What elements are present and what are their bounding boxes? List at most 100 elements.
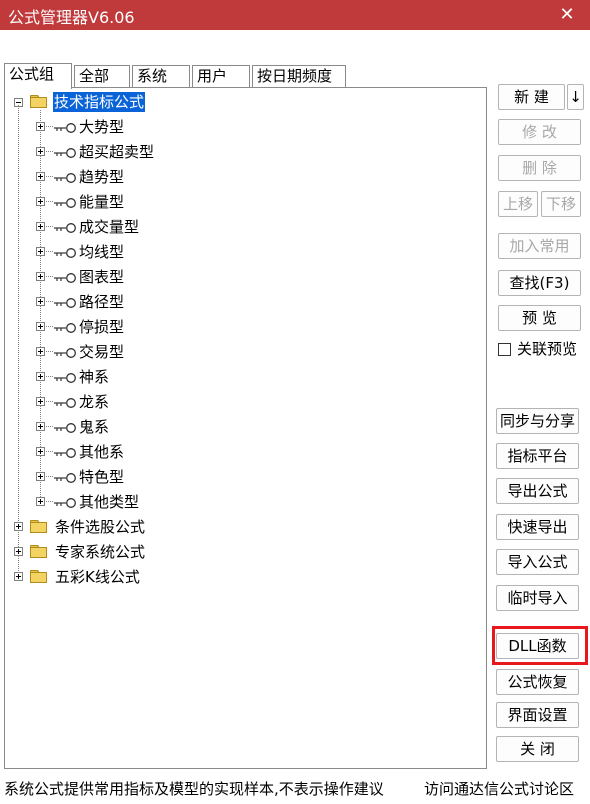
expand-toggle-icon[interactable] [36,447,45,456]
tree-node-child[interactable]: 路径型 [5,291,225,315]
new-button[interactable]: 新 建 [498,84,565,110]
formula-restore-button[interactable]: 公式恢复 [496,669,579,695]
tab-all[interactable]: 全部 [74,65,130,87]
preview-button[interactable]: 预 览 [498,305,581,331]
expand-toggle-icon[interactable] [36,347,45,356]
expand-toggle-icon[interactable] [14,547,23,556]
import-formula-button[interactable]: 导入公式 [496,549,579,575]
delete-button[interactable]: 删 除 [498,155,581,181]
quick-export-button[interactable]: 快速导出 [496,514,579,540]
expand-toggle-icon[interactable] [36,397,45,406]
new-dropdown-arrow-button[interactable]: ↓ [567,84,584,110]
expand-toggle-icon[interactable] [36,247,45,256]
indicator-platform-button[interactable]: 指标平台 [496,443,579,469]
expand-toggle-icon[interactable] [36,372,45,381]
tree-node-child[interactable]: 图表型 [5,266,225,290]
formula-key-icon [53,195,77,208]
tree-node-group[interactable]: 专家系统公式 [5,541,225,565]
close-button[interactable]: 关 闭 [496,736,579,762]
ui-settings-button[interactable]: 界面设置 [496,702,579,728]
formula-tree-panel[interactable]: 技术指标公式 大势型超买超卖型趋势型能量型成交量型均线型图表型路径型停损型交易型… [4,87,487,769]
tree-node-child[interactable]: 大势型 [5,116,225,140]
tree-label-child[interactable]: 能量型 [79,192,124,212]
tree-node-child[interactable]: 超买超卖型 [5,141,225,165]
formula-key-icon [53,445,77,458]
formula-key-icon [53,295,77,308]
tab-user[interactable]: 用户 [192,65,250,87]
tree-label-child[interactable]: 图表型 [79,267,124,287]
status-message: 系统公式提供常用指标及模型的实现样本,不表示操作建议 [4,780,384,798]
modify-button[interactable]: 修 改 [498,119,581,145]
expand-toggle-icon[interactable] [14,572,23,581]
tree-node-child[interactable]: 龙系 [5,391,225,415]
tree-label-child[interactable]: 停损型 [79,317,124,337]
formula-key-icon [53,470,77,483]
tree-node-child[interactable]: 均线型 [5,241,225,265]
close-icon[interactable]: ✕ [544,0,590,30]
tree-label-child[interactable]: 超买超卖型 [79,142,154,162]
tree-node-child[interactable]: 交易型 [5,341,225,365]
add-to-common-button[interactable]: 加入常用 [498,233,581,259]
expand-toggle-icon[interactable] [36,322,45,331]
sync-share-button[interactable]: 同步与分享 [496,408,579,434]
tree-node-child[interactable]: 趋势型 [5,166,225,190]
tree-label-child[interactable]: 均线型 [79,242,124,262]
tree-node-child[interactable]: 特色型 [5,466,225,490]
expand-toggle-icon[interactable] [36,472,45,481]
tab-by-date-frequency[interactable]: 按日期频度 [252,65,346,87]
tree-label-group[interactable]: 五彩K线公式 [55,567,140,587]
tree-label-child[interactable]: 交易型 [79,342,124,362]
tree-label-child[interactable]: 特色型 [79,467,124,487]
dll-function-button[interactable]: DLL函数 [496,633,579,659]
tree-node-group[interactable]: 五彩K线公式 [5,566,225,590]
temp-import-button[interactable]: 临时导入 [496,585,579,611]
folder-icon [30,545,47,558]
tree-label-child[interactable]: 神系 [79,367,109,387]
folder-icon [30,570,47,583]
tree-node-group[interactable]: 条件选股公式 [5,516,225,540]
formula-key-icon [53,270,77,283]
expand-toggle-icon[interactable] [36,297,45,306]
tree-label-child[interactable]: 其他类型 [79,492,139,512]
expand-toggle-icon[interactable] [36,172,45,181]
tree-label-child[interactable]: 路径型 [79,292,124,312]
expand-toggle-icon[interactable] [36,422,45,431]
tab-formula-group[interactable]: 公式组 [4,63,72,89]
linked-preview-label[interactable]: 关联预览 [517,339,577,359]
formula-key-icon [53,220,77,233]
expand-toggle-icon[interactable] [36,497,45,506]
linked-preview-checkbox[interactable] [498,343,511,356]
tree-label-child[interactable]: 鬼系 [79,417,109,437]
tree-node-child[interactable]: 鬼系 [5,416,225,440]
tree-label-group[interactable]: 条件选股公式 [55,517,145,537]
export-formula-button[interactable]: 导出公式 [496,478,579,504]
tree-label-child[interactable]: 大势型 [79,117,124,137]
tree-label-technical-indicators[interactable]: 技术指标公式 [53,92,146,112]
move-down-button[interactable]: 下移 [541,191,581,217]
find-button[interactable]: 查找(F3) [498,270,581,296]
expand-toggle-icon[interactable] [36,222,45,231]
tree-node-child[interactable]: 其他系 [5,441,225,465]
title-bar: 公式管理器V6.06 ✕ [0,0,590,30]
tree-label-group[interactable]: 专家系统公式 [55,542,145,562]
expand-toggle-icon[interactable] [36,122,45,131]
tab-system[interactable]: 系统 [132,65,190,87]
tree-node-child[interactable]: 停损型 [5,316,225,340]
tree-label-child[interactable]: 成交量型 [79,217,139,237]
formula-key-icon [53,345,77,358]
expand-toggle-icon[interactable] [36,272,45,281]
expand-toggle-icon[interactable] [36,147,45,156]
forum-link[interactable]: 访问通达信公式讨论区 [424,778,574,799]
tree-label-child[interactable]: 趋势型 [79,167,124,187]
tree-node-child[interactable]: 成交量型 [5,216,225,240]
expand-toggle-icon[interactable] [14,522,23,531]
tree-label-child[interactable]: 龙系 [79,392,109,412]
status-bar: 系统公式提供常用指标及模型的实现样本,不表示操作建议 访问通达信公式讨论区 [0,772,590,802]
tree-node-technical-indicators[interactable]: 技术指标公式 [5,91,205,115]
tree-node-child[interactable]: 其他类型 [5,491,225,515]
tree-node-child[interactable]: 能量型 [5,191,225,215]
tree-label-child[interactable]: 其他系 [79,442,124,462]
expand-toggle-icon[interactable] [36,197,45,206]
move-up-button[interactable]: 上移 [498,191,538,217]
tree-node-child[interactable]: 神系 [5,366,225,390]
